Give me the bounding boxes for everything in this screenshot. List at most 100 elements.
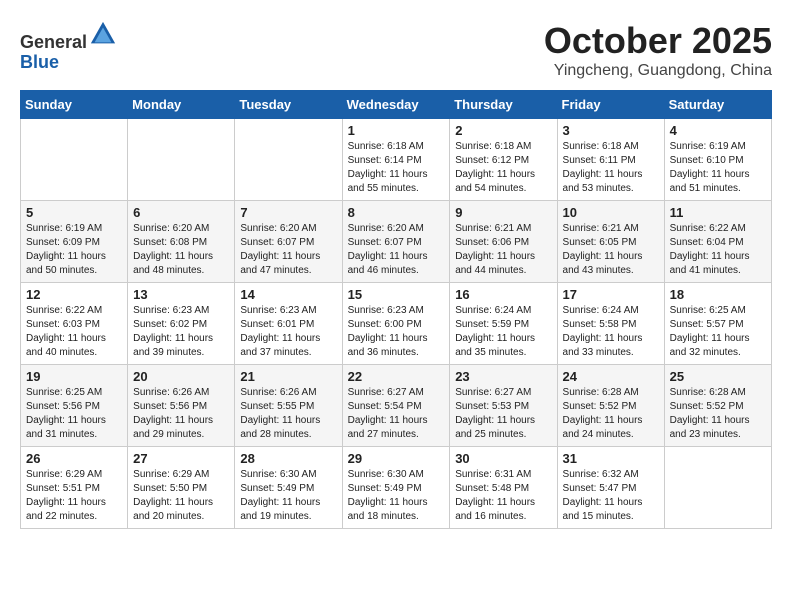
calendar-day-cell: 1Sunrise: 6:18 AM Sunset: 6:14 PM Daylig…: [342, 119, 450, 201]
day-info: Sunrise: 6:25 AM Sunset: 5:57 PM Dayligh…: [670, 304, 766, 360]
day-number: 13: [133, 287, 229, 302]
page-header: General Blue October 2025 Yingcheng, Gua…: [20, 20, 772, 80]
day-info: Sunrise: 6:20 AM Sunset: 6:08 PM Dayligh…: [133, 222, 229, 278]
calendar-day-cell: 10 Sunrise: 6:21 AM Sunset: 6:05 PM Dayli…: [557, 201, 664, 283]
calendar-day-cell: 28Sunrise: 6:30 AM Sunset: 5:49 PM Dayli…: [235, 447, 342, 529]
day-number: 27: [133, 451, 229, 466]
day-number: 7: [240, 205, 336, 220]
day-info: Sunrise: 6:22 AM Sunset: 6:03 PM Dayligh…: [26, 304, 122, 360]
calendar-week-row: 26 Sunrise: 6:29 AM Sunset: 5:51 PM Dayli…: [21, 447, 772, 529]
calendar-week-row: 5 Sunrise: 6:19 AM Sunset: 6:09 PM Daylig…: [21, 201, 772, 283]
weekday-header-cell: Friday: [557, 91, 664, 119]
weekday-header-row: SundayMondayTuesdayWednesdayThursdayFrid…: [21, 91, 772, 119]
day-number: 30: [455, 451, 551, 466]
logo-blue: Blue: [20, 52, 59, 72]
day-info: Sunrise: 6:20 AM Sunset: 6:07 PM Dayligh…: [348, 222, 445, 278]
calendar-day-cell: 18 Sunrise: 6:25 AM Sunset: 5:57 PM Dayli…: [664, 283, 771, 365]
day-info: Sunrise: 6:26 AM Sunset: 5:55 PM Dayligh…: [240, 386, 336, 442]
weekday-header-cell: Saturday: [664, 91, 771, 119]
day-number: 4: [670, 123, 766, 138]
day-info: Sunrise: 6:27 AM Sunset: 5:53 PM Dayligh…: [455, 386, 551, 442]
calendar-week-row: 1Sunrise: 6:18 AM Sunset: 6:14 PM Daylig…: [21, 119, 772, 201]
calendar-day-cell: [664, 447, 771, 529]
day-info: Sunrise: 6:22 AM Sunset: 6:04 PM Dayligh…: [670, 222, 766, 278]
day-number: 9: [455, 205, 551, 220]
day-info: Sunrise: 6:27 AM Sunset: 5:54 PM Dayligh…: [348, 386, 445, 442]
calendar-day-cell: 7Sunrise: 6:20 AM Sunset: 6:07 PM Daylig…: [235, 201, 342, 283]
day-number: 5: [26, 205, 122, 220]
calendar-day-cell: 9 Sunrise: 6:21 AM Sunset: 6:06 PM Daylig…: [450, 201, 557, 283]
day-number: 10: [563, 205, 659, 220]
calendar-day-cell: 8 Sunrise: 6:20 AM Sunset: 6:07 PM Daylig…: [342, 201, 450, 283]
day-info: Sunrise: 6:30 AM Sunset: 5:49 PM Dayligh…: [240, 468, 336, 524]
day-info: Sunrise: 6:19 AM Sunset: 6:09 PM Dayligh…: [26, 222, 122, 278]
day-info: Sunrise: 6:28 AM Sunset: 5:52 PM Dayligh…: [563, 386, 659, 442]
day-info: Sunrise: 6:18 AM Sunset: 6:14 PM Dayligh…: [348, 140, 445, 196]
calendar-body: 1Sunrise: 6:18 AM Sunset: 6:14 PM Daylig…: [21, 119, 772, 529]
day-number: 18: [670, 287, 766, 302]
day-number: 8: [348, 205, 445, 220]
calendar-day-cell: 19Sunrise: 6:25 AM Sunset: 5:56 PM Dayli…: [21, 365, 128, 447]
day-info: Sunrise: 6:25 AM Sunset: 5:56 PM Dayligh…: [26, 386, 122, 442]
day-number: 11: [670, 205, 766, 220]
calendar-day-cell: 12 Sunrise: 6:22 AM Sunset: 6:03 PM Dayli…: [21, 283, 128, 365]
calendar-week-row: 19Sunrise: 6:25 AM Sunset: 5:56 PM Dayli…: [21, 365, 772, 447]
day-info: Sunrise: 6:32 AM Sunset: 5:47 PM Dayligh…: [563, 468, 659, 524]
calendar-day-cell: 26 Sunrise: 6:29 AM Sunset: 5:51 PM Dayli…: [21, 447, 128, 529]
day-number: 20: [133, 369, 229, 384]
calendar-day-cell: 11 Sunrise: 6:22 AM Sunset: 6:04 PM Dayli…: [664, 201, 771, 283]
calendar-day-cell: 31 Sunrise: 6:32 AM Sunset: 5:47 PM Dayli…: [557, 447, 664, 529]
day-info: Sunrise: 6:24 AM Sunset: 5:59 PM Dayligh…: [455, 304, 551, 360]
day-number: 23: [455, 369, 551, 384]
day-info: Sunrise: 6:18 AM Sunset: 6:11 PM Dayligh…: [563, 140, 659, 196]
day-info: Sunrise: 6:29 AM Sunset: 5:50 PM Dayligh…: [133, 468, 229, 524]
calendar-day-cell: [21, 119, 128, 201]
day-number: 17: [563, 287, 659, 302]
calendar-day-cell: 29Sunrise: 6:30 AM Sunset: 5:49 PM Dayli…: [342, 447, 450, 529]
day-info: Sunrise: 6:23 AM Sunset: 6:02 PM Dayligh…: [133, 304, 229, 360]
weekday-header-cell: Wednesday: [342, 91, 450, 119]
day-number: 21: [240, 369, 336, 384]
logo-general: General: [20, 32, 87, 52]
day-number: 22: [348, 369, 445, 384]
calendar-week-row: 12 Sunrise: 6:22 AM Sunset: 6:03 PM Dayli…: [21, 283, 772, 365]
weekday-header-cell: Thursday: [450, 91, 557, 119]
calendar-day-cell: 27 Sunrise: 6:29 AM Sunset: 5:50 PM Dayli…: [128, 447, 235, 529]
calendar-day-cell: 24 Sunrise: 6:28 AM Sunset: 5:52 PM Dayli…: [557, 365, 664, 447]
weekday-header-cell: Tuesday: [235, 91, 342, 119]
day-number: 31: [563, 451, 659, 466]
calendar-day-cell: 22 Sunrise: 6:27 AM Sunset: 5:54 PM Dayli…: [342, 365, 450, 447]
day-number: 3: [563, 123, 659, 138]
month-title: October 2025: [544, 20, 772, 62]
calendar-day-cell: 17 Sunrise: 6:24 AM Sunset: 5:58 PM Dayli…: [557, 283, 664, 365]
day-info: Sunrise: 6:18 AM Sunset: 6:12 PM Dayligh…: [455, 140, 551, 196]
day-info: Sunrise: 6:23 AM Sunset: 6:01 PM Dayligh…: [240, 304, 336, 360]
calendar-day-cell: 25 Sunrise: 6:28 AM Sunset: 5:52 PM Dayli…: [664, 365, 771, 447]
logo: General Blue: [20, 20, 117, 73]
day-info: Sunrise: 6:29 AM Sunset: 5:51 PM Dayligh…: [26, 468, 122, 524]
day-number: 26: [26, 451, 122, 466]
day-number: 16: [455, 287, 551, 302]
day-number: 14: [240, 287, 336, 302]
day-info: Sunrise: 6:21 AM Sunset: 6:05 PM Dayligh…: [563, 222, 659, 278]
calendar-day-cell: 14 Sunrise: 6:23 AM Sunset: 6:01 PM Dayli…: [235, 283, 342, 365]
day-number: 24: [563, 369, 659, 384]
day-number: 6: [133, 205, 229, 220]
location: Yingcheng, Guangdong, China: [544, 62, 772, 80]
day-info: Sunrise: 6:28 AM Sunset: 5:52 PM Dayligh…: [670, 386, 766, 442]
day-number: 25: [670, 369, 766, 384]
calendar-table: SundayMondayTuesdayWednesdayThursdayFrid…: [20, 90, 772, 529]
day-number: 2: [455, 123, 551, 138]
day-info: Sunrise: 6:24 AM Sunset: 5:58 PM Dayligh…: [563, 304, 659, 360]
day-number: 12: [26, 287, 122, 302]
day-info: Sunrise: 6:21 AM Sunset: 6:06 PM Dayligh…: [455, 222, 551, 278]
calendar-day-cell: 13 Sunrise: 6:23 AM Sunset: 6:02 PM Dayli…: [128, 283, 235, 365]
day-info: Sunrise: 6:30 AM Sunset: 5:49 PM Dayligh…: [348, 468, 445, 524]
logo-icon: [89, 20, 117, 48]
calendar-day-cell: 23 Sunrise: 6:27 AM Sunset: 5:53 PM Dayli…: [450, 365, 557, 447]
day-info: Sunrise: 6:23 AM Sunset: 6:00 PM Dayligh…: [348, 304, 445, 360]
calendar-day-cell: 5 Sunrise: 6:19 AM Sunset: 6:09 PM Daylig…: [21, 201, 128, 283]
calendar-day-cell: [128, 119, 235, 201]
day-info: Sunrise: 6:31 AM Sunset: 5:48 PM Dayligh…: [455, 468, 551, 524]
calendar-day-cell: 20Sunrise: 6:26 AM Sunset: 5:56 PM Dayli…: [128, 365, 235, 447]
